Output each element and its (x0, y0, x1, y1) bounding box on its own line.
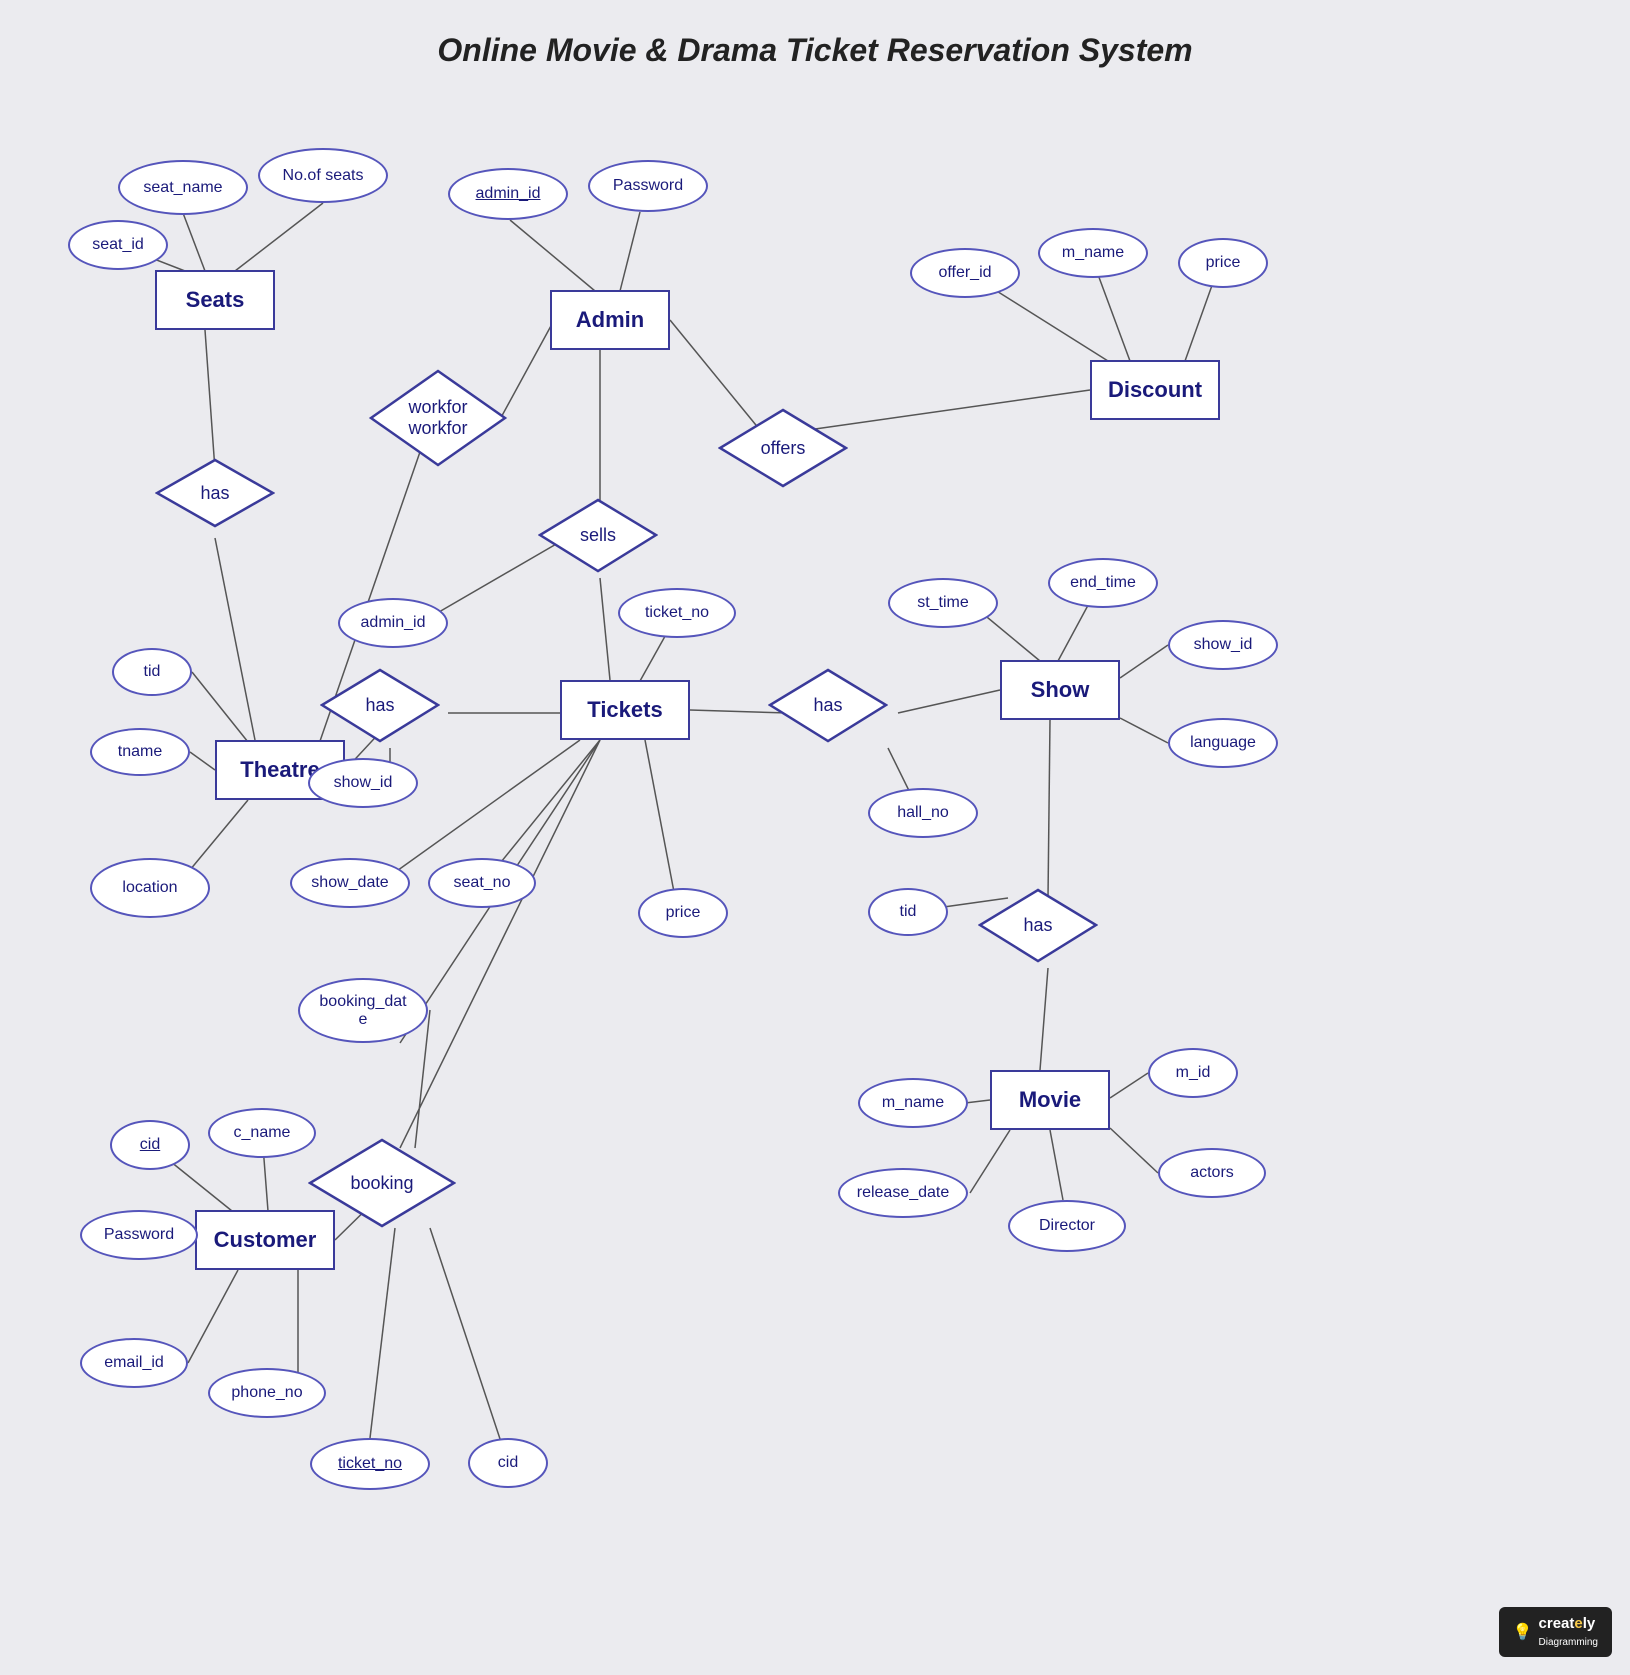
rel-has-theatre-tickets: has (320, 668, 440, 743)
attr-email-id: email_id (80, 1338, 188, 1388)
attr-password-cust: Password (80, 1210, 198, 1260)
entity-admin: Admin (550, 290, 670, 350)
creately-logo: 💡 createlyDiagramming (1499, 1607, 1612, 1657)
rel-booking: booking (308, 1138, 456, 1228)
entity-tickets: Tickets (560, 680, 690, 740)
rel-has-show-movie: has (978, 888, 1098, 963)
attr-phone-no: phone_no (208, 1368, 326, 1418)
rel-sells: sells (538, 498, 658, 573)
attr-m-name-discount: m_name (1038, 228, 1148, 278)
attr-price-tickets: price (638, 888, 728, 938)
attr-end-time: end_time (1048, 558, 1158, 608)
rel-workfor: workfor workfor (368, 368, 508, 468)
diagram-container: Online Movie & Drama Ticket Reservation … (0, 0, 1630, 1675)
attr-offer-id: offer_id (910, 248, 1020, 298)
rel-offers: offers (718, 408, 848, 488)
attr-c-name: c_name (208, 1108, 316, 1158)
attr-location: location (90, 858, 210, 918)
attr-admin-id-mid: admin_id (338, 598, 448, 648)
attr-cid: cid (110, 1120, 190, 1170)
attr-language: language (1168, 718, 1278, 768)
attr-actors: actors (1158, 1148, 1266, 1198)
entity-seats: Seats (155, 270, 275, 330)
attr-tid-show: tid (868, 888, 948, 936)
attr-seat-no: seat_no (428, 858, 536, 908)
attr-no-of-seats: No.of seats (258, 148, 388, 203)
entity-discount: Discount (1090, 360, 1220, 420)
attr-seat-id: seat_id (68, 220, 168, 270)
attr-price-discount: price (1178, 238, 1268, 288)
rel-has-tickets-show: has (768, 668, 888, 743)
attr-m-id: m_id (1148, 1048, 1238, 1098)
attr-m-name-movie: m_name (858, 1078, 968, 1128)
rel-has-seats-theatre: has (155, 458, 275, 528)
attr-seat-name: seat_name (118, 160, 248, 215)
attr-show-id-show: show_id (1168, 620, 1278, 670)
attr-ticket-no-tickets: ticket_no (618, 588, 736, 638)
attr-ticket-no-cust: ticket_no (310, 1438, 430, 1490)
attr-tid-theatre: tid (112, 648, 192, 696)
attr-admin-id-top: admin_id (448, 168, 568, 220)
attr-release-date: release_date (838, 1168, 968, 1218)
bulb-icon: 💡 (1513, 1622, 1533, 1642)
attr-director: Director (1008, 1200, 1126, 1252)
attr-tname: tname (90, 728, 190, 776)
attr-cid-booking: cid (468, 1438, 548, 1488)
page-title: Online Movie & Drama Ticket Reservation … (437, 32, 1192, 69)
attr-show-date: show_date (290, 858, 410, 908)
attr-booking-date: booking_dat e (298, 978, 428, 1043)
attr-hall-no: hall_no (868, 788, 978, 838)
attr-password-admin: Password (588, 160, 708, 212)
attr-show-id-tickets: show_id (308, 758, 418, 808)
creately-text: createlyDiagramming (1539, 1615, 1598, 1649)
entity-movie: Movie (990, 1070, 1110, 1130)
connection-lines (0, 0, 1630, 1675)
attr-st-time: st_time (888, 578, 998, 628)
entity-show: Show (1000, 660, 1120, 720)
